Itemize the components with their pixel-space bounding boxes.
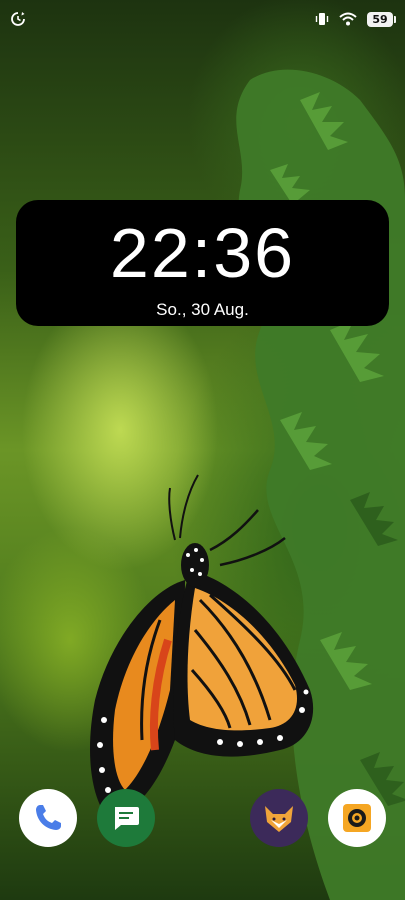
fox-app[interactable] [250,789,308,847]
camera-app-icon[interactable] [328,789,386,847]
fox-app-icon [265,806,293,832]
sync-clock-icon [11,12,25,26]
messages-app-icon[interactable] [97,789,155,847]
messages-icon [115,807,139,830]
battery-indicator: 59 [367,11,396,27]
clock-widget[interactable]: 22:36 So., 30 Aug. [16,200,389,326]
vibrate-icon [315,13,329,25]
butterfly-icon [90,474,314,820]
clock-date: So., 30 Aug. [156,300,249,319]
clock-time: 22:36 [109,214,296,292]
phone-app-icon[interactable] [19,789,77,847]
camera-icon [343,804,371,832]
wifi-icon [339,12,357,26]
battery-level: 59 [372,12,388,26]
phone-icon [36,805,61,830]
wallpaper [0,0,405,900]
status-bar: 59 [0,0,405,38]
